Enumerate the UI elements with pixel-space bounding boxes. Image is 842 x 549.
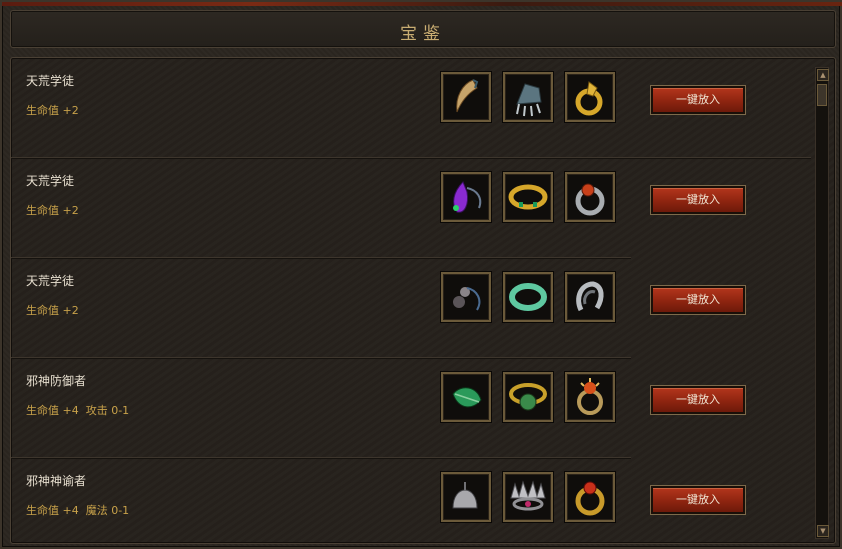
set-name: 天荒学徒 — [26, 274, 75, 288]
green-demon-bracelet-icon[interactable] — [503, 372, 553, 422]
gold-ruby-ring-icon[interactable] — [565, 472, 615, 522]
auto-place-button[interactable]: 一键放入 — [650, 285, 746, 315]
spiked-crown-bracelet-icon[interactable] — [503, 472, 553, 522]
title-bar: 宝鉴 — [10, 10, 836, 48]
scrollbar[interactable]: ▲ ▼ — [815, 67, 829, 539]
window-title: 宝鉴 — [400, 24, 446, 44]
fang-necklace-icon[interactable] — [441, 72, 491, 122]
set-stats: 生命值 +4 魔法 0-1 — [26, 504, 130, 517]
clawed-gauntlet-icon[interactable] — [503, 72, 553, 122]
set-name: 邪神防御者 — [26, 374, 87, 388]
set-list-panel: 天荒学徒 生命值 +2 一键放入 天荒学徒 生命值 +2 一键放入 天荒学徒 生… — [10, 57, 836, 544]
scroll-down-icon[interactable]: ▼ — [817, 525, 829, 537]
set-stats: 生命值 +2 — [26, 204, 79, 217]
auto-place-button[interactable]: 一键放入 — [650, 385, 746, 415]
green-leaf-pendant-icon[interactable] — [441, 372, 491, 422]
treasure-window: 宝鉴 天荒学徒 生命值 +2 一键放入 天荒学徒 生命值 +2 一键放入 天荒学… — [0, 0, 842, 549]
gold-jeweled-bracelet-icon[interactable] — [503, 172, 553, 222]
set-stats: 生命值 +2 — [26, 104, 79, 117]
set-row: 天荒学徒 生命值 +2 一键放入 — [11, 158, 811, 258]
set-name: 邪神神谕者 — [26, 474, 87, 488]
set-row: 邪神防御者 生命值 +4 攻击 0-1 一键放入 — [11, 358, 811, 458]
set-row: 天荒学徒 生命值 +2 一键放入 — [11, 258, 811, 358]
silver-bell-necklace-icon[interactable] — [441, 472, 491, 522]
purple-gem-pendant-icon[interactable] — [441, 172, 491, 222]
auto-place-button[interactable]: 一键放入 — [650, 485, 746, 515]
set-name: 天荒学徒 — [26, 74, 75, 88]
scroll-up-icon[interactable]: ▲ — [817, 69, 829, 81]
set-stats: 生命值 +4 攻击 0-1 — [26, 404, 130, 417]
auto-place-button[interactable]: 一键放入 — [650, 85, 746, 115]
jade-bangle-icon[interactable] — [503, 272, 553, 322]
gold-dragon-ring-icon[interactable] — [565, 72, 615, 122]
silver-twisted-ring-icon[interactable] — [565, 272, 615, 322]
top-border — [2, 2, 842, 6]
scroll-thumb[interactable] — [817, 84, 827, 106]
set-stats: 生命值 +2 — [26, 304, 79, 317]
set-row: 邪神神谕者 生命值 +4 魔法 0-1 一键放入 — [11, 458, 811, 543]
spiked-ruby-ring-icon[interactable] — [565, 372, 615, 422]
set-name: 天荒学徒 — [26, 174, 75, 188]
auto-place-button[interactable]: 一键放入 — [650, 185, 746, 215]
dark-beaded-necklace-icon[interactable] — [441, 272, 491, 322]
set-row: 天荒学徒 生命值 +2 一键放入 — [11, 58, 811, 158]
red-gem-silver-ring-icon[interactable] — [565, 172, 615, 222]
